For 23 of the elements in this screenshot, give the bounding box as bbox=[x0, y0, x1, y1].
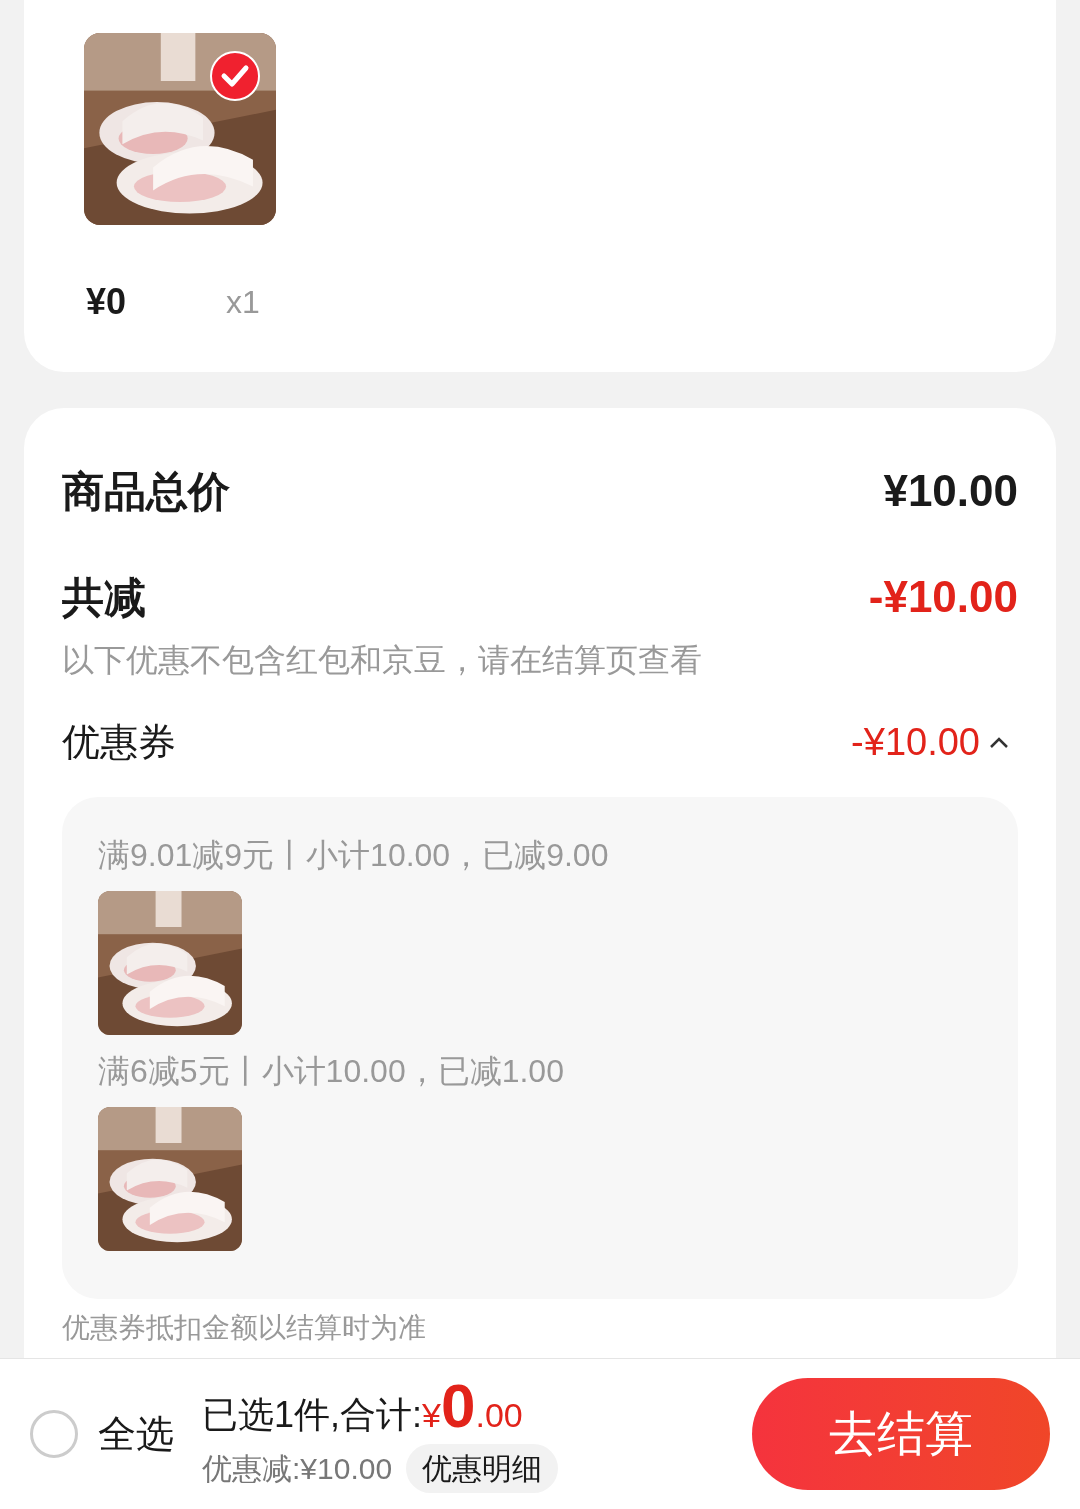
product-price: ¥0 bbox=[86, 280, 127, 324]
select-all-radio[interactable] bbox=[30, 1410, 78, 1458]
coupon-value: -¥10.00 bbox=[851, 720, 980, 765]
discount-detail-button[interactable]: 优惠明细 bbox=[406, 1444, 559, 1493]
check-icon[interactable] bbox=[210, 51, 260, 101]
select-all-label[interactable]: 全选 bbox=[98, 1405, 174, 1463]
discount-note: 以下优惠不包含红包和京豆，请在结算页查看 bbox=[62, 641, 703, 680]
discount-value: -¥10.00 bbox=[868, 571, 1018, 623]
total-amount: 0 bbox=[440, 1375, 476, 1437]
total-currency: ¥ bbox=[422, 1395, 441, 1436]
total-value: ¥10.00 bbox=[883, 465, 1018, 517]
discount-summary: 优惠减:¥10.00 bbox=[202, 1451, 393, 1487]
total-decimals: .00 bbox=[475, 1395, 523, 1436]
coupon-rule: 满9.01减9元丨小计10.00，已减9.00 bbox=[98, 836, 610, 875]
coupon-footnote: 优惠券抵扣金额以结算时为准 bbox=[62, 1311, 427, 1345]
checkout-button[interactable]: 去结算 bbox=[752, 1378, 1050, 1490]
chevron-up-icon[interactable] bbox=[988, 735, 1010, 750]
product-quantity: x1 bbox=[226, 283, 260, 322]
discount-label: 共减 bbox=[62, 572, 146, 623]
selected-summary: 已选1件,合计: bbox=[202, 1393, 423, 1437]
total-label: 商品总价 bbox=[62, 466, 230, 517]
coupon-label: 优惠券 bbox=[62, 720, 176, 765]
coupon-rule: 满6减5元丨小计10.00，已减1.00 bbox=[98, 1052, 565, 1091]
